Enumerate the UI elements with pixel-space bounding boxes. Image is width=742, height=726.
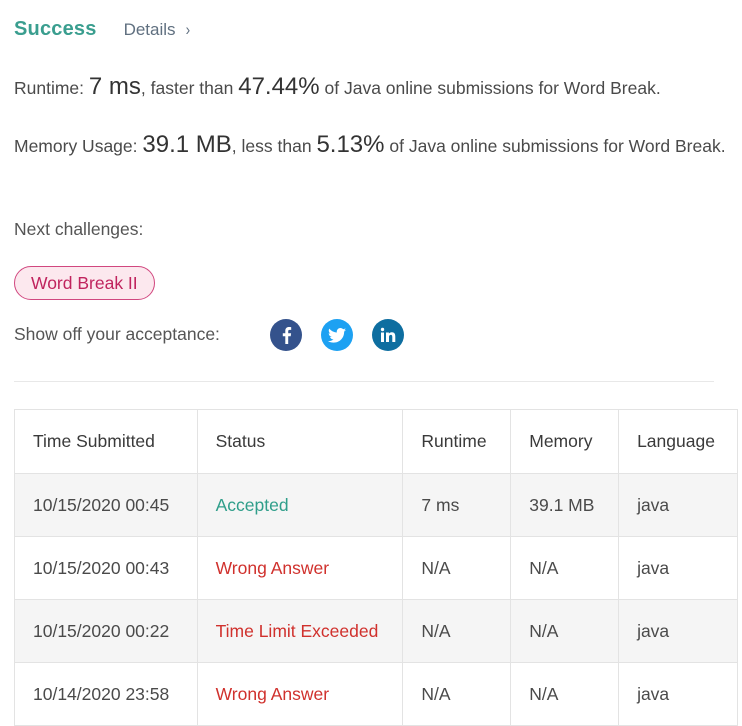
table-row: 10/14/2020 23:58 Wrong Answer N/A N/A ja… xyxy=(14,662,738,726)
memory-value: 39.1 MB xyxy=(142,131,232,158)
result-header: Success Details › xyxy=(14,18,190,41)
runtime-value: 7 ms xyxy=(88,73,141,100)
next-challenge-chip[interactable]: Word Break II xyxy=(14,266,155,300)
submission-memory: 39.1 MB xyxy=(510,473,620,537)
memory-suffix: of Java online submissions for Word Brea… xyxy=(389,136,726,156)
runtime-percent: 47.44% xyxy=(238,73,320,100)
table-header-row: Time Submitted Status Runtime Memory Lan… xyxy=(14,409,738,474)
submission-language: java xyxy=(618,536,738,600)
submission-status[interactable]: Wrong Answer xyxy=(216,684,329,704)
table-row: 10/15/2020 00:22 Time Limit Exceeded N/A… xyxy=(14,599,738,663)
submission-memory: N/A xyxy=(510,536,620,600)
facebook-icon[interactable] xyxy=(270,319,302,351)
submission-status[interactable]: Accepted xyxy=(216,495,289,515)
memory-mid-text: , less than xyxy=(231,136,312,156)
submission-status-link[interactable]: Time Limit Exceeded xyxy=(196,599,404,663)
column-header-runtime: Runtime xyxy=(402,409,512,474)
memory-stat: Memory Usage: 39.1 MB, less than 5.13% o… xyxy=(14,131,729,160)
submission-status-link[interactable]: Wrong Answer xyxy=(196,662,404,726)
details-label: Details xyxy=(123,20,176,39)
runtime-label: Runtime: xyxy=(14,78,85,98)
runtime-stat: Runtime: 7 ms, faster than 47.44% of Jav… xyxy=(14,73,729,102)
column-header-time: Time Submitted xyxy=(14,409,198,474)
submission-runtime: N/A xyxy=(402,662,512,726)
submission-status-link[interactable]: Accepted xyxy=(196,473,404,537)
submission-time: 10/15/2020 00:22 xyxy=(14,599,198,663)
submission-runtime: 7 ms xyxy=(402,473,512,537)
submission-language: java xyxy=(618,473,738,537)
twitter-icon[interactable] xyxy=(321,319,353,351)
column-header-status: Status xyxy=(196,409,404,474)
submission-time: 10/15/2020 00:43 xyxy=(14,536,198,600)
runtime-suffix: of Java online submissions for Word Brea… xyxy=(324,78,661,98)
submission-status[interactable]: Wrong Answer xyxy=(216,558,329,578)
table-row: 10/15/2020 00:45 Accepted 7 ms 39.1 MB j… xyxy=(14,473,738,537)
submission-status[interactable]: Time Limit Exceeded xyxy=(216,621,379,641)
memory-percent: 5.13% xyxy=(316,131,385,158)
submissions-table: Time Submitted Status Runtime Memory Lan… xyxy=(14,409,738,726)
details-link[interactable]: Details › xyxy=(124,20,191,40)
submission-runtime: N/A xyxy=(402,599,512,663)
section-divider xyxy=(14,381,714,382)
result-status-title: Success xyxy=(14,18,97,40)
submission-runtime: N/A xyxy=(402,536,512,600)
column-header-language: Language xyxy=(618,409,738,474)
submission-memory: N/A xyxy=(510,599,620,663)
submission-language: java xyxy=(618,599,738,663)
submission-time: 10/14/2020 23:58 xyxy=(14,662,198,726)
linkedin-icon[interactable] xyxy=(372,319,404,351)
runtime-mid-text: , faster than xyxy=(140,78,234,98)
share-label: Show off your acceptance: xyxy=(14,324,220,344)
memory-label: Memory Usage: xyxy=(14,136,138,156)
submission-memory: N/A xyxy=(510,662,620,726)
next-challenges-label: Next challenges: xyxy=(14,219,144,239)
submission-language: java xyxy=(618,662,738,726)
submission-time: 10/15/2020 00:45 xyxy=(14,473,198,537)
table-row: 10/15/2020 00:43 Wrong Answer N/A N/A ja… xyxy=(14,536,738,600)
chevron-right-icon: › xyxy=(185,20,190,39)
submission-status-link[interactable]: Wrong Answer xyxy=(196,536,404,600)
column-header-memory: Memory xyxy=(510,409,620,474)
